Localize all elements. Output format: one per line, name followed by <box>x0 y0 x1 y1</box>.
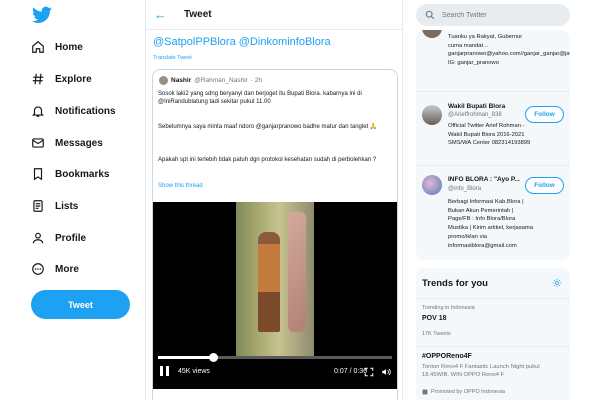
follow-button[interactable]: Follow <box>525 177 564 194</box>
video-time: 0:07 / 0:30 <box>334 368 368 375</box>
tweet-mentions[interactable]: @SatpolPPBlora @DinkominfoBlora <box>153 36 331 48</box>
gear-icon[interactable] <box>552 278 562 288</box>
nav-lists[interactable]: Lists <box>31 194 78 218</box>
trend-count: 17K Tweets <box>422 331 451 337</box>
right-sidebar: Tuanku ya Rakyat, Gubernur cuma mandat .… <box>404 0 600 400</box>
nav-label: Profile <box>55 232 87 244</box>
more-circle-icon <box>32 263 44 275</box>
video-scrub-handle[interactable] <box>208 353 218 362</box>
nav-label: Messages <box>55 137 103 149</box>
quoted-author-name[interactable]: Nashir <box>171 77 191 84</box>
pause-icon[interactable] <box>160 366 169 376</box>
left-sidebar: Home Explore Notifications Messages Book… <box>0 0 145 400</box>
search-input[interactable] <box>442 11 552 19</box>
nav-more[interactable]: More <box>31 257 79 281</box>
video-progress-fill <box>158 356 213 359</box>
bell-icon <box>31 106 45 117</box>
video-frame <box>236 202 314 358</box>
quoted-tweet[interactable]: Nashir @Rahman_Nashir · 2h Sosok laki2 y… <box>152 69 398 400</box>
account-handle: @Arieffrohman_838 <box>448 112 502 118</box>
twitter-app: Home Explore Notifications Messages Book… <box>0 0 600 400</box>
promoted-icon <box>422 389 428 395</box>
account-name[interactable]: Wakil Bupati Blora <box>448 103 505 110</box>
list-icon <box>33 200 43 212</box>
account-bio: Tuanku ya Rakyat, Gubernur cuma mandat .… <box>448 34 570 67</box>
video-player[interactable]: 45K views 0:07 / 0:30 <box>153 202 397 389</box>
search-icon <box>425 10 435 20</box>
nav-label: Lists <box>55 200 79 212</box>
promoted-label: Promoted by OPPO Indonesia <box>422 389 505 395</box>
avatar[interactable] <box>422 105 442 125</box>
trend-name[interactable]: #OPPOReno4F <box>422 353 472 360</box>
volume-icon[interactable] <box>381 367 391 377</box>
promoted-text: Promoted by OPPO Indonesia <box>431 389 505 395</box>
mail-icon <box>32 138 44 148</box>
fullscreen-icon[interactable] <box>364 367 374 377</box>
quoted-tweet-text: Sebelumnya saya minta maaf ndoro @ganjar… <box>158 124 378 130</box>
trends-title: Trends for you <box>422 278 488 289</box>
nav-label: Home <box>55 41 83 53</box>
tweet-button[interactable]: Tweet <box>31 290 130 319</box>
hashtag-icon <box>32 73 44 85</box>
nav-explore[interactable]: Explore <box>31 67 92 91</box>
trend-name[interactable]: POV 18 <box>422 315 447 322</box>
page-title: Tweet <box>184 9 212 20</box>
quoted-tweet-text: Apakah spt ini terlebih tidak patuh dgn … <box>158 157 377 163</box>
video-figure <box>258 232 280 332</box>
trend-context: Trending in Indonesia <box>422 305 475 311</box>
home-icon <box>32 40 44 53</box>
nav-messages[interactable]: Messages <box>31 131 103 155</box>
back-arrow-icon[interactable]: ← <box>154 8 167 21</box>
video-views: 45K views <box>178 368 210 375</box>
video-figure <box>288 212 306 332</box>
nav-profile[interactable]: Profile <box>31 226 86 250</box>
nav-home[interactable]: Home <box>31 35 83 59</box>
nav-label: More <box>55 263 79 275</box>
bookmark-icon <box>33 168 43 181</box>
avatar[interactable] <box>422 175 442 195</box>
trends-panel: Trends for you Trending in Indonesia POV… <box>416 268 570 400</box>
divider <box>416 298 570 299</box>
show-thread-link[interactable]: Show this thread <box>158 183 203 189</box>
nav-label: Notifications <box>55 105 116 117</box>
quoted-tweet-time: · 2h <box>250 77 263 84</box>
quoted-author-handle: @Rahman_Nashir <box>194 77 248 84</box>
page-header: ← Tweet <box>146 0 402 30</box>
search-box[interactable] <box>416 4 570 26</box>
twitter-bird-icon[interactable] <box>32 6 52 24</box>
account-name[interactable]: INFO BLORA : "Ayo P... <box>448 176 520 183</box>
divider <box>416 165 570 166</box>
tweet-detail: @SatpolPPBlora @DinkominfoBlora Translat… <box>145 0 403 400</box>
who-to-follow-panel: Tuanku ya Rakyat, Gubernur cuma mandat .… <box>416 30 570 260</box>
follow-button[interactable]: Follow <box>525 106 564 123</box>
translate-tweet-link[interactable]: Translate Tweet <box>153 55 192 61</box>
nav-bookmarks[interactable]: Bookmarks <box>31 162 109 186</box>
quoted-tweet-header: Nashir @Rahman_Nashir · 2h <box>159 76 262 85</box>
divider <box>416 346 570 347</box>
trend-description: Tonton Reno4 F Fantastic Launch Night pu… <box>422 364 540 378</box>
nav-label: Explore <box>55 73 92 85</box>
quoted-tweet-text: Sosok laki2 yang sdng beryanyi dan berjo… <box>158 91 362 105</box>
person-icon <box>32 232 44 244</box>
account-bio: Official Twitter Arief Rohman - Wakil Bu… <box>448 123 531 147</box>
avatar[interactable] <box>422 30 442 38</box>
account-bio: Berbagi Informasi Kab.Blora | Bukan Akun… <box>448 199 533 249</box>
nav-label: Bookmarks <box>55 168 110 180</box>
video-progress-bar[interactable] <box>158 353 392 362</box>
account-handle: @info_Blora <box>448 186 482 192</box>
divider <box>416 91 570 92</box>
nav-notifications[interactable]: Notifications <box>31 99 116 123</box>
avatar[interactable] <box>159 76 168 85</box>
